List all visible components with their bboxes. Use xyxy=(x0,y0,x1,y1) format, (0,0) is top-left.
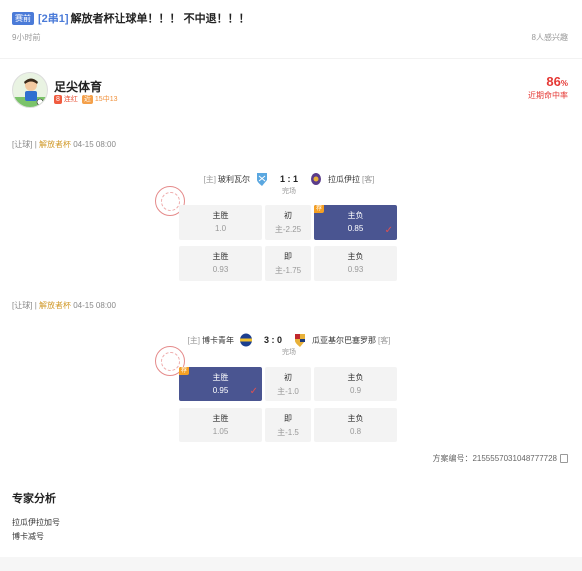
match-teams: [主] 博卡青年 3 : 0 瓜亚基尔巴塞罗那 [客] xyxy=(187,333,391,347)
match-status: 完场 xyxy=(282,188,296,195)
match-status: 完场 xyxy=(282,349,296,356)
recommend-tag: 荐 xyxy=(314,205,325,213)
recommend-tag: 荐 xyxy=(179,367,190,375)
hit-rate-value: 86% xyxy=(546,74,568,89)
la-guaira-logo-icon xyxy=(311,173,321,185)
away-team: 拉瓜伊拉 xyxy=(328,174,360,184)
status-badge: 赛前 xyxy=(12,11,34,25)
analysis-line: 拉瓜伊拉加号 xyxy=(12,518,60,527)
plan-number-value: 2155557031048777728 xyxy=(472,454,557,463)
interest-count: 8人感兴趣 xyxy=(531,33,568,42)
record-badge: 近 15中13 xyxy=(81,94,118,104)
handicap-initial: 初主-2.25 xyxy=(265,205,311,240)
match-info: [让球] | 解放者杯 04-15 08:00 xyxy=(12,140,116,149)
odds-home-current[interactable]: 主胜 1.05 xyxy=(179,408,262,442)
odds-home-initial[interactable]: 荐 主胜 0.95 ✓ xyxy=(179,367,262,401)
title-row: 赛前 [2串1] 解放者杯让球单！！！ 不中退！！！ xyxy=(12,10,568,26)
boca-logo-icon xyxy=(239,333,252,347)
odds-away-current[interactable]: 主负 0.8 xyxy=(314,408,397,442)
analysis-line: 博卡减号 xyxy=(12,532,44,541)
analysis-title: 专家分析 xyxy=(12,493,56,505)
author-card[interactable]: 足尖体育 8 连红 近 15中13 86% 近期命中率 xyxy=(12,72,568,112)
home-team: 博卡青年 xyxy=(201,335,234,345)
divider xyxy=(0,58,582,59)
plan-number: 方案编号： 2155557031048777728 xyxy=(432,453,568,464)
odds-away-initial[interactable]: 荐 主负 0.85 ✓ xyxy=(314,205,397,240)
author-name[interactable]: 足尖体育 xyxy=(54,78,102,95)
record-num: 近 xyxy=(81,94,93,104)
away-team: 瓜亚基尔巴塞罗那 xyxy=(312,335,376,345)
match-info: [让球] | 解放者杯 04-15 08:00 xyxy=(12,301,116,310)
record-text: 15中13 xyxy=(94,96,118,103)
barcelona-sc-logo-icon xyxy=(295,334,305,347)
league-name[interactable]: 解放者杯 xyxy=(39,140,71,149)
odds-away-current[interactable]: 主负 0.93 xyxy=(314,246,397,281)
post-title: 解放者杯让球单！！！ 不中退！！！ xyxy=(70,13,250,25)
post-header: 赛前 [2串1] 解放者杯让球单！！！ 不中退！！！ 9小时前 8人感兴趣 xyxy=(12,10,568,43)
handicap-current: 即主-1.75 xyxy=(265,246,311,281)
post-time: 9小时前 xyxy=(12,33,41,42)
league-name[interactable]: 解放者杯 xyxy=(39,301,71,310)
copy-icon[interactable] xyxy=(560,454,568,463)
odds-home-initial[interactable]: 主胜 1.0 xyxy=(179,205,262,240)
meta-row: 9小时前 8人感兴趣 xyxy=(12,32,568,43)
match-score: 1 : 1 xyxy=(279,174,298,184)
hit-rate: 86% 近期命中率 xyxy=(528,74,568,101)
bolivar-logo-icon xyxy=(256,173,267,186)
avatar[interactable] xyxy=(12,72,48,108)
odds-away-initial[interactable]: 主负 0.9 xyxy=(314,367,397,401)
streak-text: 连红 xyxy=(63,96,78,103)
odds-home-current[interactable]: 主胜 0.93 xyxy=(179,246,262,281)
streak-badge: 8 连红 xyxy=(54,94,78,104)
handicap-current: 即主-1.5 xyxy=(265,408,311,442)
home-team: 玻利瓦尔 xyxy=(217,174,250,184)
author-badges: 8 连红 近 15中13 xyxy=(54,94,117,104)
match-teams: [主] 玻利瓦尔 1 : 1 拉瓜伊拉 [客] xyxy=(203,173,375,186)
match-score: 3 : 0 xyxy=(263,335,282,345)
streak-num: 8 xyxy=(54,94,62,104)
check-icon: ✓ xyxy=(384,225,393,236)
bottom-spacer xyxy=(0,557,582,571)
hit-rate-label: 近期命中率 xyxy=(528,91,568,100)
combo-type: [2串1] xyxy=(38,13,69,25)
check-icon: ✓ xyxy=(249,386,258,397)
handicap-initial: 初主-1.0 xyxy=(265,367,311,401)
